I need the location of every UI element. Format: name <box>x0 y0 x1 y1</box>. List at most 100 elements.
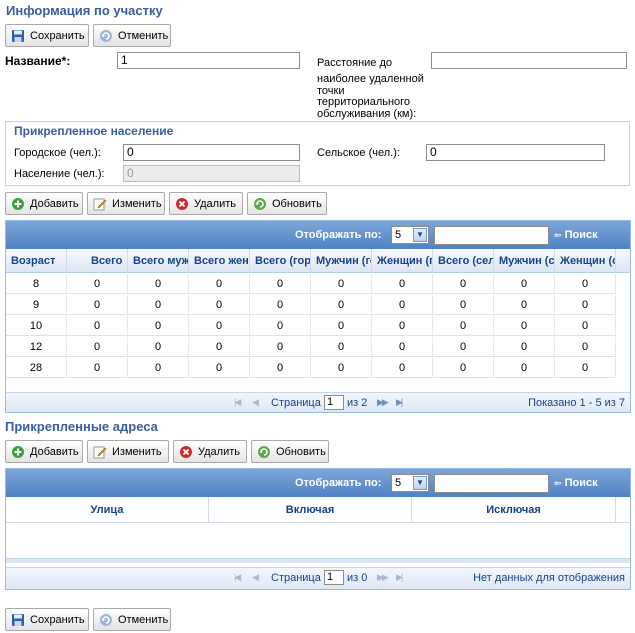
prev-page-icon[interactable]: ◀ <box>252 397 259 408</box>
add-button[interactable]: Добавить <box>5 192 83 215</box>
search-input[interactable] <box>434 474 549 493</box>
table-cell: 0 <box>494 295 555 315</box>
col-total[interactable]: Всего <box>67 249 128 273</box>
add-address-label: Добавить <box>30 445 79 458</box>
grid-toolbar: Отображать по: 5 ▼ ⇐ Поиск <box>6 221 630 249</box>
col-total-urban[interactable]: Всего (городское) <box>250 249 311 273</box>
edit-button[interactable]: Изменить <box>87 192 165 215</box>
search-icon: ⇐ <box>554 478 562 488</box>
delete-address-button[interactable]: Удалить <box>173 440 247 463</box>
chevron-down-icon[interactable]: ▼ <box>413 476 427 490</box>
page-size-label: Отображать по: <box>295 229 382 241</box>
next-page-icon[interactable]: ▶▶ <box>377 572 389 583</box>
table-cell: 0 <box>311 358 372 378</box>
last-page-icon[interactable]: ▶| <box>396 572 403 583</box>
table-row[interactable]: 10 0 0 0 0 0 0 0 0 0 <box>6 316 616 336</box>
cancel-button-top[interactable]: Отменить <box>93 24 171 47</box>
table-cell: 0 <box>494 358 555 378</box>
col-total-rural[interactable]: Всего (сельское) <box>433 249 494 273</box>
col-including[interactable]: Включая <box>209 497 412 523</box>
table-cell: 0 <box>372 337 433 357</box>
cancel-label: Отменить <box>118 29 169 42</box>
col-excluding[interactable]: Исключая <box>412 497 616 523</box>
table-cell: 28 <box>6 358 67 378</box>
grid-status: Нет данных для отображения <box>473 572 625 584</box>
search-icon: ⇐ <box>554 230 562 240</box>
table-cell: 0 <box>189 274 250 294</box>
table-cell: 0 <box>250 295 311 315</box>
page-label: Страница <box>271 572 321 584</box>
col-total-male[interactable]: Всего мужчин <box>128 249 189 273</box>
table-cell: 0 <box>67 337 128 357</box>
search-button[interactable]: ⇐ Поиск <box>554 477 598 489</box>
refresh-address-label: Обновить <box>276 445 326 458</box>
last-page-icon[interactable]: ▶| <box>396 397 403 408</box>
name-label: Название*: <box>5 54 71 68</box>
table-cell: 0 <box>555 316 616 336</box>
table-row[interactable]: 8000000000 <box>6 274 616 294</box>
first-page-icon[interactable]: |◀ <box>234 572 241 583</box>
table-cell: 0 <box>67 295 128 315</box>
search-input[interactable] <box>434 226 549 245</box>
col-age[interactable]: Возраст <box>6 249 67 273</box>
table-row[interactable]: 12 0 0 0 0 0 0 0 0 0 <box>6 337 616 357</box>
rural-label: Сельское (чел.): <box>317 147 400 159</box>
table-cell: 0 <box>250 358 311 378</box>
table-cell: 0 <box>67 274 128 294</box>
delete-icon <box>179 445 193 459</box>
plus-icon <box>11 197 25 211</box>
delete-button[interactable]: Удалить <box>169 192 243 215</box>
search-button[interactable]: ⇐ Поиск <box>554 229 598 241</box>
table-cell: 0 <box>372 358 433 378</box>
table-cell: 0 <box>250 316 311 336</box>
grid-toolbar: Отображать по: 5 ▼ ⇐ Поиск <box>6 469 630 497</box>
name-input[interactable]: 1 <box>117 52 300 69</box>
rural-input[interactable]: 0 <box>426 144 605 161</box>
table-cell: 0 <box>311 337 372 357</box>
table-cell: 0 <box>433 337 494 357</box>
refresh-label: Обновить <box>272 197 322 210</box>
search-label: Поиск <box>564 229 598 241</box>
table-cell: 0 <box>128 274 189 294</box>
refresh-button[interactable]: Обновить <box>247 192 327 215</box>
page-size-select[interactable]: 5 ▼ <box>391 474 429 492</box>
refresh-address-button[interactable]: Обновить <box>251 440 329 463</box>
col-female-urban[interactable]: Женщин (городское) <box>372 249 433 273</box>
page-number-input[interactable]: 1 <box>324 570 344 585</box>
table-row[interactable]: 28 0 0 0 0 0 0 0 0 0 <box>6 358 616 378</box>
pencil-icon <box>93 445 107 459</box>
page-title: Информация по участку <box>6 3 163 18</box>
undo-icon <box>99 613 113 627</box>
delete-label: Удалить <box>194 197 236 210</box>
distance-input[interactable] <box>431 52 627 69</box>
prev-page-icon[interactable]: ◀ <box>252 572 259 583</box>
add-address-button[interactable]: Добавить <box>5 440 83 463</box>
next-page-icon[interactable]: ▶▶ <box>377 397 389 408</box>
floppy-disk-icon <box>11 613 25 627</box>
col-total-female[interactable]: Всего женщин <box>189 249 250 273</box>
grid-pager: |◀ ◀ Страница 1 из 0 ▶▶ ▶| Нет данных дл… <box>6 567 630 589</box>
table-cell: 0 <box>372 316 433 336</box>
col-female-rural[interactable]: Женщин (сельское) <box>555 249 616 273</box>
first-page-icon[interactable]: |◀ <box>234 397 241 408</box>
edit-address-button[interactable]: Изменить <box>87 440 169 463</box>
grid-resize-bar[interactable] <box>6 558 630 563</box>
urban-input[interactable]: 0 <box>123 144 300 161</box>
table-cell: 8 <box>6 274 67 294</box>
save-button-bottom[interactable]: Сохранить <box>5 608 89 631</box>
chevron-down-icon[interactable]: ▼ <box>413 228 427 242</box>
page-number-input[interactable]: 1 <box>324 395 344 410</box>
save-button-top[interactable]: Сохранить <box>5 24 89 47</box>
col-male-urban[interactable]: Мужчин (городское) <box>311 249 372 273</box>
total-input: 0 <box>123 165 300 182</box>
table-cell: 0 <box>189 316 250 336</box>
table-row[interactable]: 9000000000 <box>6 295 616 315</box>
col-male-rural[interactable]: Мужчин (сельское) <box>494 249 555 273</box>
table-cell: 12 <box>6 337 67 357</box>
col-street[interactable]: Улица <box>6 497 209 523</box>
save-label: Сохранить <box>30 613 85 626</box>
cancel-button-bottom[interactable]: Отменить <box>93 608 171 631</box>
page-size-select[interactable]: 5 ▼ <box>391 226 429 244</box>
save-label: Сохранить <box>30 29 85 42</box>
edit-address-label: Изменить <box>112 445 162 458</box>
